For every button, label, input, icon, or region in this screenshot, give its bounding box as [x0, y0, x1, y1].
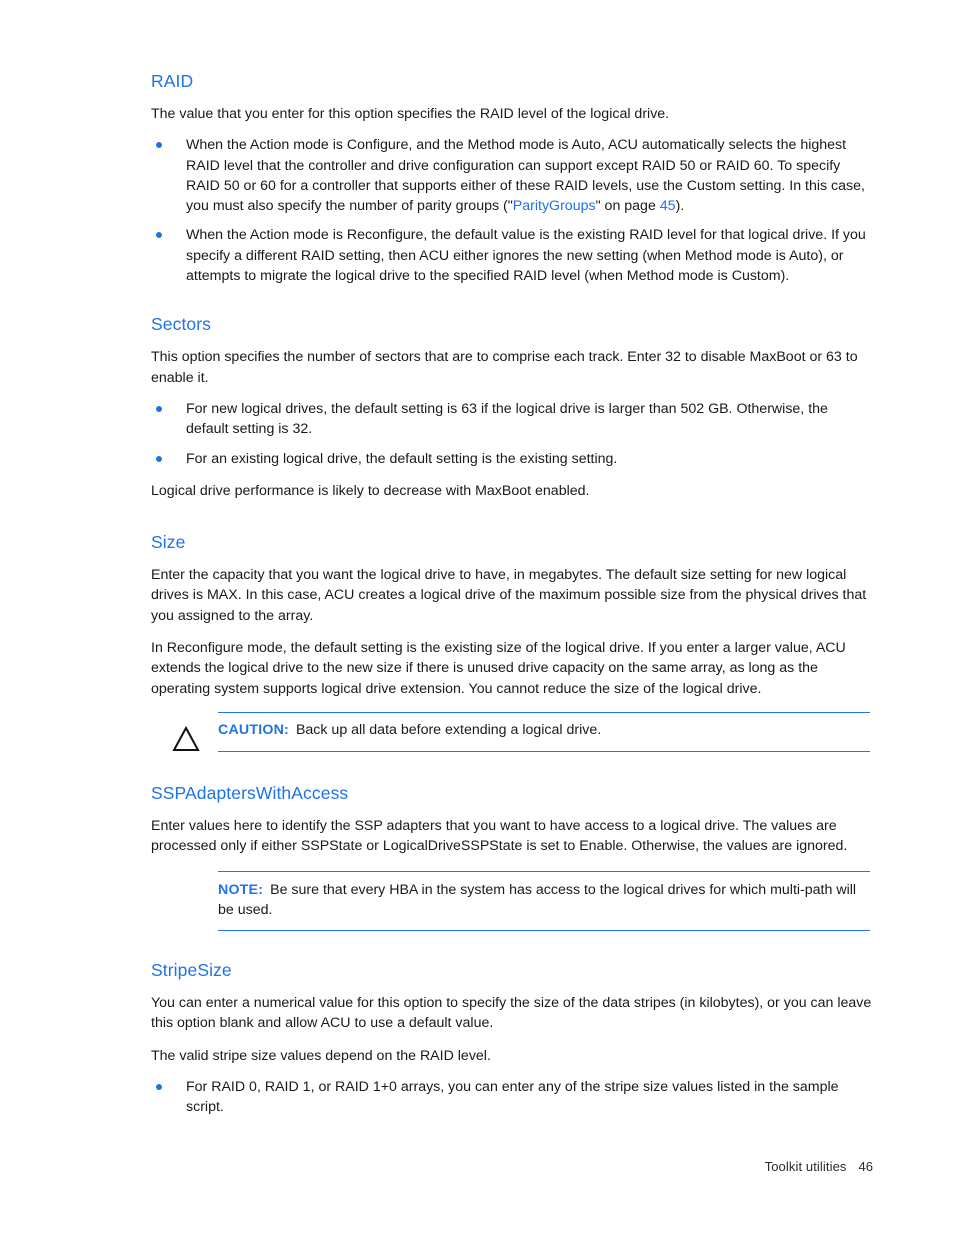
paritygroups-link[interactable]: ParityGroups — [513, 198, 596, 214]
list-item: For RAID 0, RAID 1, or RAID 1+0 arrays, … — [151, 1077, 873, 1118]
paritygroups-page-ref[interactable]: 45 — [660, 198, 676, 214]
sectors-bullet-list: For new logical drives, the default sett… — [151, 399, 873, 469]
section-heading-stripesize: StripeSize — [151, 959, 232, 980]
sectors-bullet-2-text: For an existing logical drive, the defau… — [186, 450, 618, 467]
sectors-intro-paragraph: This option specifies the number of sect… — [151, 349, 858, 386]
section-raid: RAID The value that you enter for this o… — [151, 70, 873, 286]
note-rule-bottom — [218, 929, 870, 931]
bullet-dot-icon — [156, 405, 162, 412]
bullet-dot-icon — [156, 1083, 162, 1090]
bullet-dot-icon — [156, 142, 162, 149]
section-heading-raid: RAID — [151, 71, 194, 91]
list-item: When the Action mode is Configure, and t… — [151, 135, 873, 216]
caution-label: CAUTION: — [218, 722, 289, 739]
bullet-dot-icon — [156, 455, 162, 462]
note-body: NOTE: Be sure that every HBA in the syste… — [218, 872, 868, 930]
stripesize-paragraph-1: You can enter a numerical value for this… — [151, 994, 872, 1032]
section-heading-sspadapterswithaccess: SSPAdaptersWithAccess — [151, 783, 349, 804]
stripesize-paragraph-2: The valid stripe size values depend on t… — [151, 1047, 491, 1064]
footer-chapter-label: Toolkit utilities — [764, 1159, 847, 1174]
stripesize-bullet-list: For RAID 0, RAID 1, or RAID 1+0 arrays, … — [151, 1077, 873, 1118]
note-label: NOTE: — [218, 882, 264, 898]
list-item: For new logical drives, the default sett… — [151, 399, 873, 440]
bullet-dot-icon — [156, 232, 162, 239]
note-box: NOTE: Be sure that every HBA in the syste… — [151, 870, 873, 931]
section-stripesize: StripeSize You can enter a numerical val… — [151, 959, 873, 1117]
raid-bullet-list: When the Action mode is Configure, and t… — [151, 135, 873, 286]
page-footer: Toolkit utilities 46 — [0, 1158, 873, 1176]
caution-text: Back up all data before extending a logi… — [295, 722, 602, 739]
section-heading-size: Size — [151, 532, 186, 553]
caution-rule-bottom — [218, 750, 870, 753]
caution-body: CAUTION: Back up all data before extendin… — [218, 713, 868, 750]
caution-box: CAUTION: Back up all data before extendin… — [151, 711, 873, 753]
sectors-outro-paragraph: Logical drive performance is likely to d… — [151, 482, 590, 499]
size-paragraph-2: In Reconfigure mode, the default setting… — [151, 640, 846, 697]
raid-intro-paragraph: The value that you enter for this option… — [151, 106, 670, 122]
section-sectors: Sectors This option specifies the number… — [151, 313, 873, 501]
section-sspadapterswithaccess: SSPAdaptersWithAccess Enter values here … — [151, 782, 873, 931]
section-size: Size Enter the capacity that you want th… — [151, 531, 873, 753]
footer-page-number: 46 — [858, 1159, 873, 1174]
section-heading-sectors: Sectors — [151, 314, 212, 335]
warning-triangle-icon — [172, 725, 200, 751]
note-text: Be sure that every HBA in the system has… — [218, 882, 857, 919]
list-item: When the Action mode is Reconfigure, the… — [151, 225, 873, 286]
raid-bullet-1-text-part2: " on page — [595, 198, 660, 215]
ssp-paragraph-1: Enter values here to identify the SSP ad… — [151, 818, 848, 855]
document-page: RAID The value that you enter for this o… — [151, 70, 873, 1117]
raid-bullet-2-text: When the Action mode is Reconfigure, the… — [186, 227, 866, 285]
raid-bullet-1-text-part3: ). — [675, 198, 685, 215]
stripesize-bullet-1-text: For RAID 0, RAID 1, or RAID 1+0 arrays, … — [186, 1078, 839, 1116]
list-item: For an existing logical drive, the defau… — [151, 449, 873, 469]
sectors-bullet-1-text: For new logical drives, the default sett… — [186, 400, 828, 438]
size-paragraph-1: Enter the capacity that you want the log… — [151, 567, 867, 624]
